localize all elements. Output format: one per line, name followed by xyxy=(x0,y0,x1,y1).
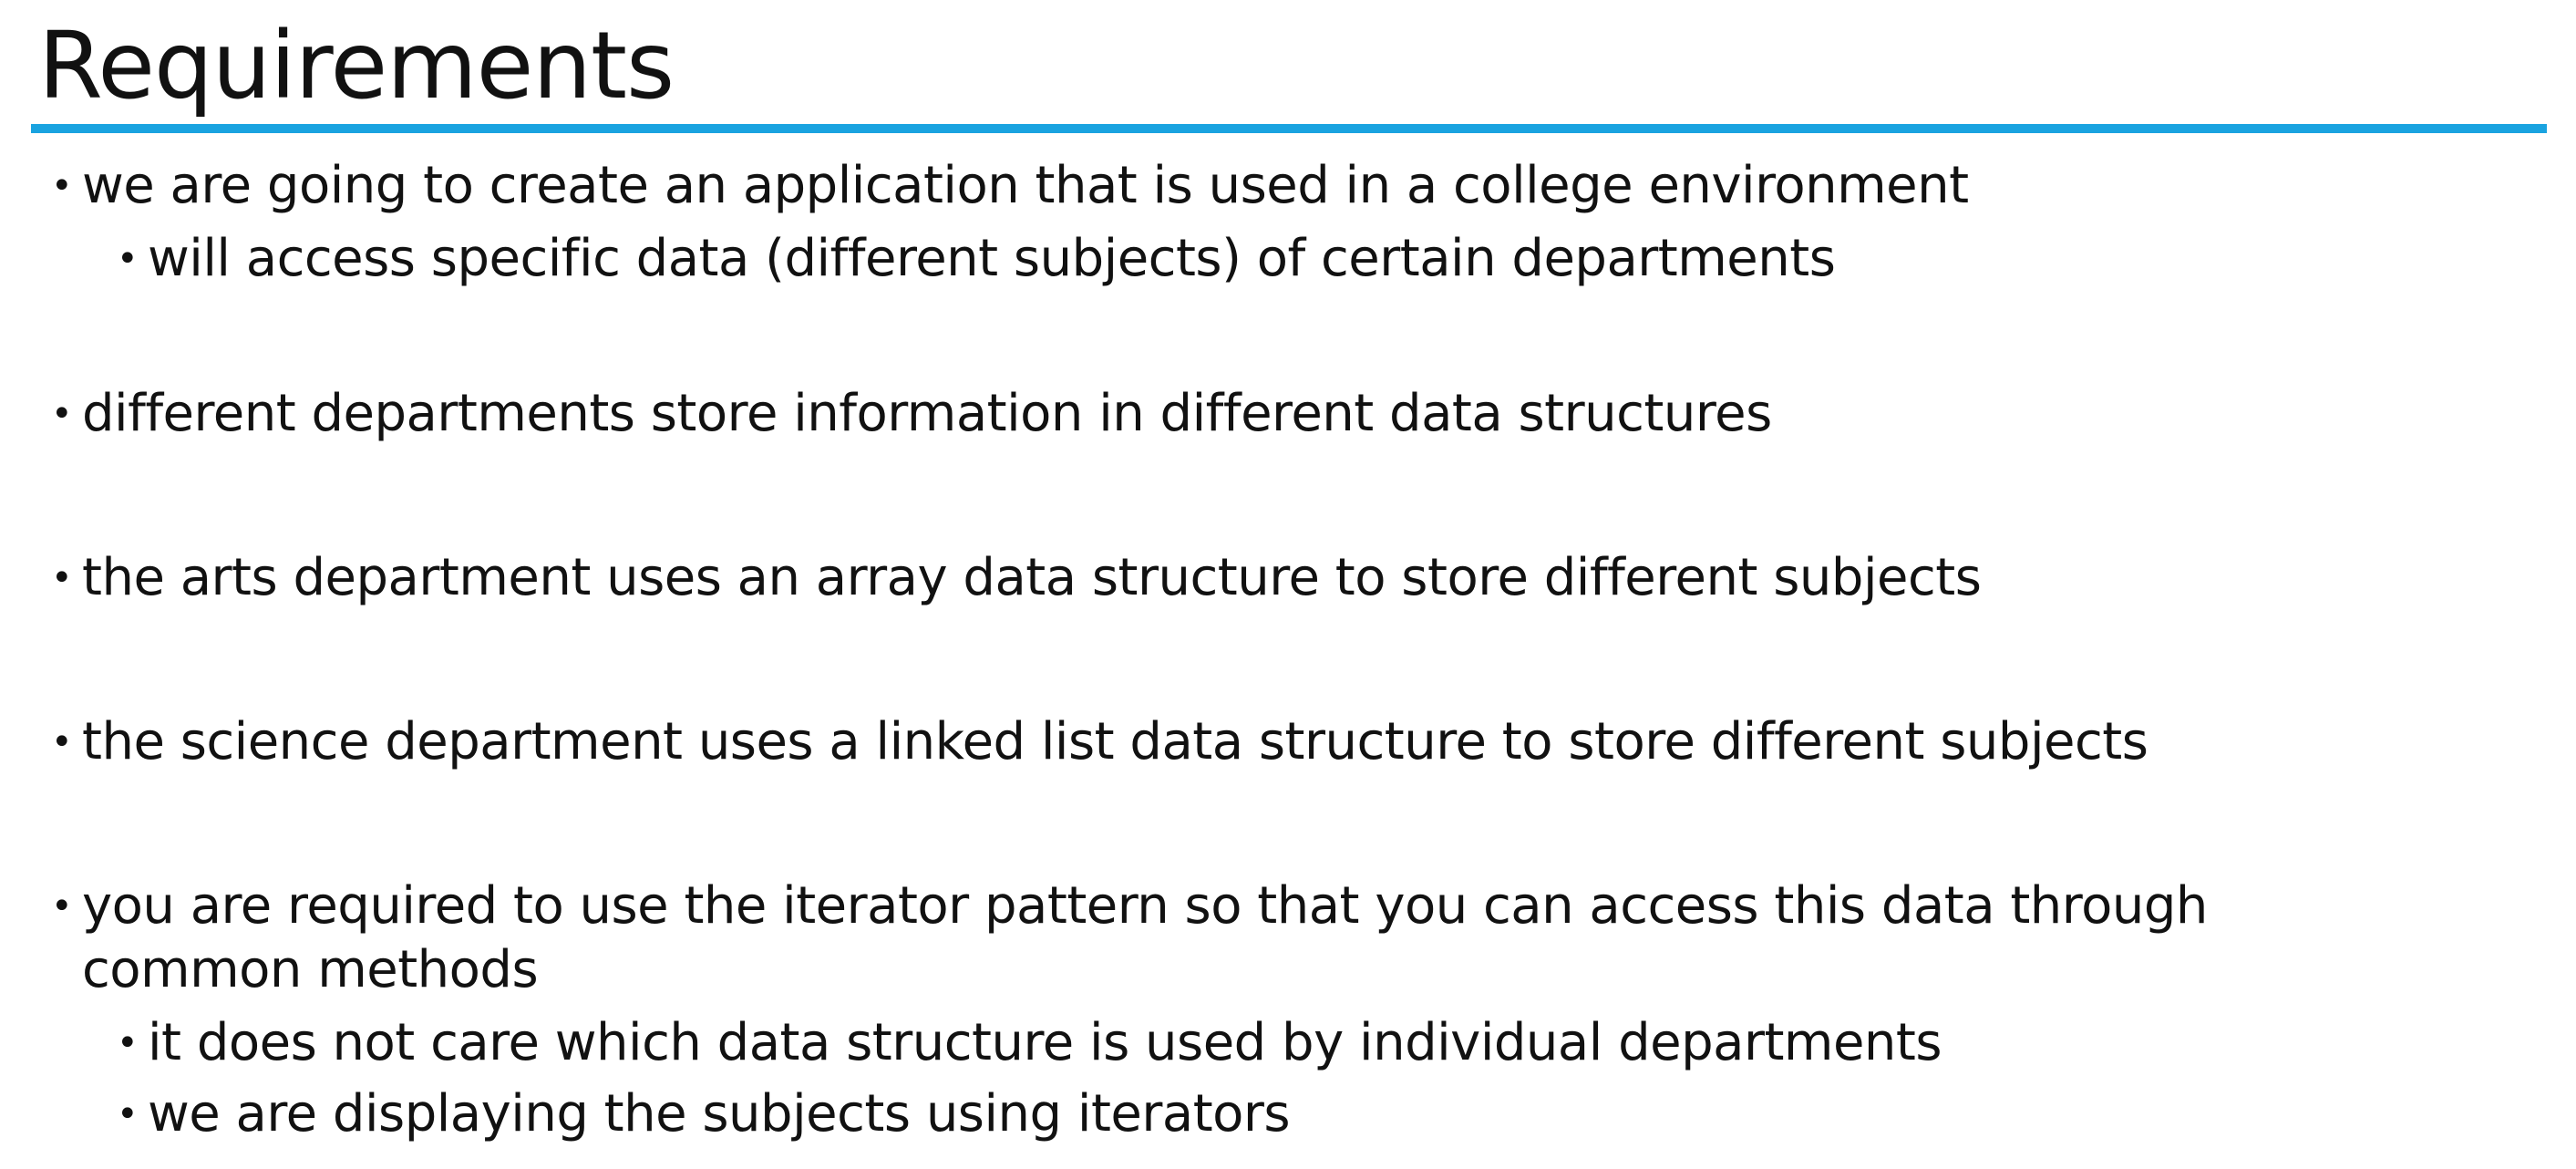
bullet-text: the science department uses a linked lis… xyxy=(82,712,2148,771)
bullet-text: will access specific data (different sub… xyxy=(148,229,1836,288)
bullet-item-continuation: common methods xyxy=(82,937,539,1003)
bullet-dot-icon: • xyxy=(117,238,139,280)
sub-bullet-item: • it does not care which data structure … xyxy=(117,1010,1942,1076)
bullet-text: the arts department uses an array data s… xyxy=(82,548,1982,607)
bullet-text: different departments store information … xyxy=(82,384,1772,443)
bullet-dot-icon: • xyxy=(51,393,73,435)
bullet-dot-icon: • xyxy=(117,1022,139,1064)
bullet-dot-icon: • xyxy=(51,557,73,599)
bullet-dot-icon: • xyxy=(51,165,73,207)
bullet-item: • the science department uses a linked l… xyxy=(51,709,2148,775)
bullet-text: it does not care which data structure is… xyxy=(148,1013,1942,1072)
bullet-item: • you are required to use the iterator p… xyxy=(51,874,2208,939)
bullet-dot-icon: • xyxy=(51,721,73,763)
bullet-text: we are displaying the subjects using ite… xyxy=(148,1084,1291,1143)
bullet-text: we are going to create an application th… xyxy=(82,156,1969,215)
sub-bullet-item: • will access specific data (different s… xyxy=(117,226,1836,292)
slide: Requirements • we are going to create an… xyxy=(0,0,2576,1169)
bullet-item: • the arts department uses an array data… xyxy=(51,545,1982,611)
bullet-list: • we are going to create an application … xyxy=(0,0,2576,1169)
bullet-item: • we are going to create an application … xyxy=(51,153,1969,219)
bullet-dot-icon: • xyxy=(51,885,73,927)
bullet-text-line2: common methods xyxy=(82,940,539,999)
bullet-item: • different departments store informatio… xyxy=(51,381,1772,447)
bullet-dot-icon: • xyxy=(117,1093,139,1135)
bullet-text-line1: you are required to use the iterator pat… xyxy=(82,876,2208,936)
sub-bullet-item: • we are displaying the subjects using i… xyxy=(117,1081,1291,1147)
